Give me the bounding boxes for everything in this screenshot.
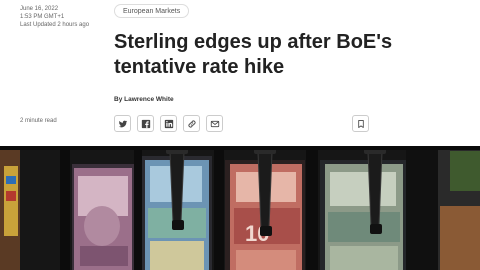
article-photo: 10 bbox=[0, 146, 480, 270]
share-linkedin-button[interactable] bbox=[160, 115, 177, 132]
bookmark-button[interactable] bbox=[352, 115, 369, 132]
share-bar bbox=[114, 115, 223, 132]
copy-link-button[interactable] bbox=[183, 115, 200, 132]
share-facebook-button[interactable] bbox=[137, 115, 154, 132]
share-twitter-button[interactable] bbox=[114, 115, 131, 132]
facebook-icon bbox=[141, 119, 150, 128]
email-icon bbox=[210, 120, 219, 127]
section-tag-link[interactable]: European Markets bbox=[114, 4, 190, 18]
article-headline: Sterling edges up after BoE's tentative … bbox=[114, 31, 393, 78]
publish-time: 1:53 PM GMT+1 bbox=[20, 14, 65, 20]
bookmark-icon bbox=[357, 119, 364, 128]
link-icon bbox=[187, 119, 196, 128]
last-updated: Last Updated 2 hours ago bbox=[20, 22, 90, 28]
twitter-icon bbox=[118, 120, 127, 127]
article-meta: June 16, 2022 1:53 PM GMT+1 Last Updated… bbox=[20, 5, 89, 29]
share-email-button[interactable] bbox=[206, 115, 223, 132]
read-time: 2 minute read bbox=[20, 118, 57, 124]
byline[interactable]: By Lawrence White bbox=[114, 96, 174, 103]
linkedin-icon bbox=[164, 119, 173, 128]
publish-date: June 16, 2022 bbox=[20, 6, 59, 12]
cash-drawer-image: 10 bbox=[0, 146, 480, 270]
